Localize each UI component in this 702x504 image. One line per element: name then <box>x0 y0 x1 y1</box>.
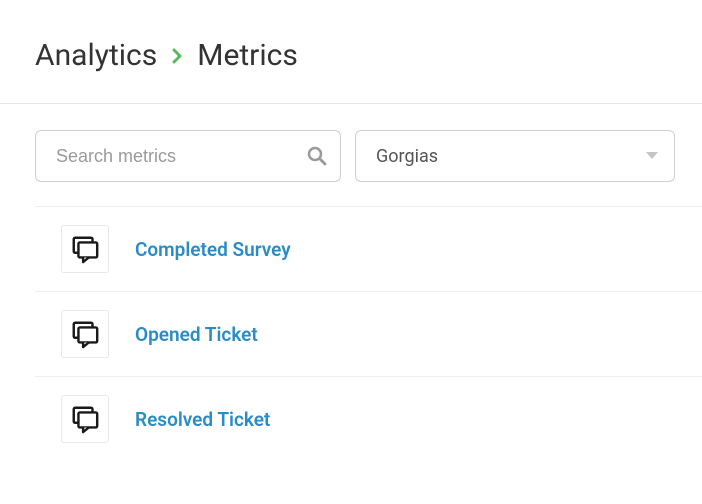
search-field-wrap <box>35 130 341 182</box>
metrics-list: Completed Survey Opened Ticket Resolved … <box>0 206 702 461</box>
list-item-label: Completed Survey <box>135 238 291 261</box>
breadcrumb-root[interactable]: Analytics <box>35 38 157 73</box>
integration-select-wrap: Gorgias <box>355 130 675 182</box>
list-item-label: Resolved Ticket <box>135 408 270 431</box>
integration-select[interactable]: Gorgias <box>355 130 675 182</box>
list-item[interactable]: Completed Survey <box>35 206 702 291</box>
chevron-right-icon <box>171 48 183 64</box>
integration-select-value: Gorgias <box>376 146 438 167</box>
list-item[interactable]: Opened Ticket <box>35 291 702 376</box>
breadcrumb: Analytics Metrics <box>35 38 667 73</box>
list-item-label: Opened Ticket <box>135 323 258 346</box>
caret-down-icon <box>645 151 659 161</box>
list-item[interactable]: Resolved Ticket <box>35 376 702 461</box>
search-input[interactable] <box>35 130 341 182</box>
chat-icon <box>61 310 109 358</box>
breadcrumb-current: Metrics <box>197 38 298 73</box>
toolbar: Gorgias <box>0 104 702 206</box>
chat-icon <box>61 225 109 273</box>
chat-icon <box>61 395 109 443</box>
page-header: Analytics Metrics <box>0 0 702 103</box>
search-icon <box>307 146 327 166</box>
